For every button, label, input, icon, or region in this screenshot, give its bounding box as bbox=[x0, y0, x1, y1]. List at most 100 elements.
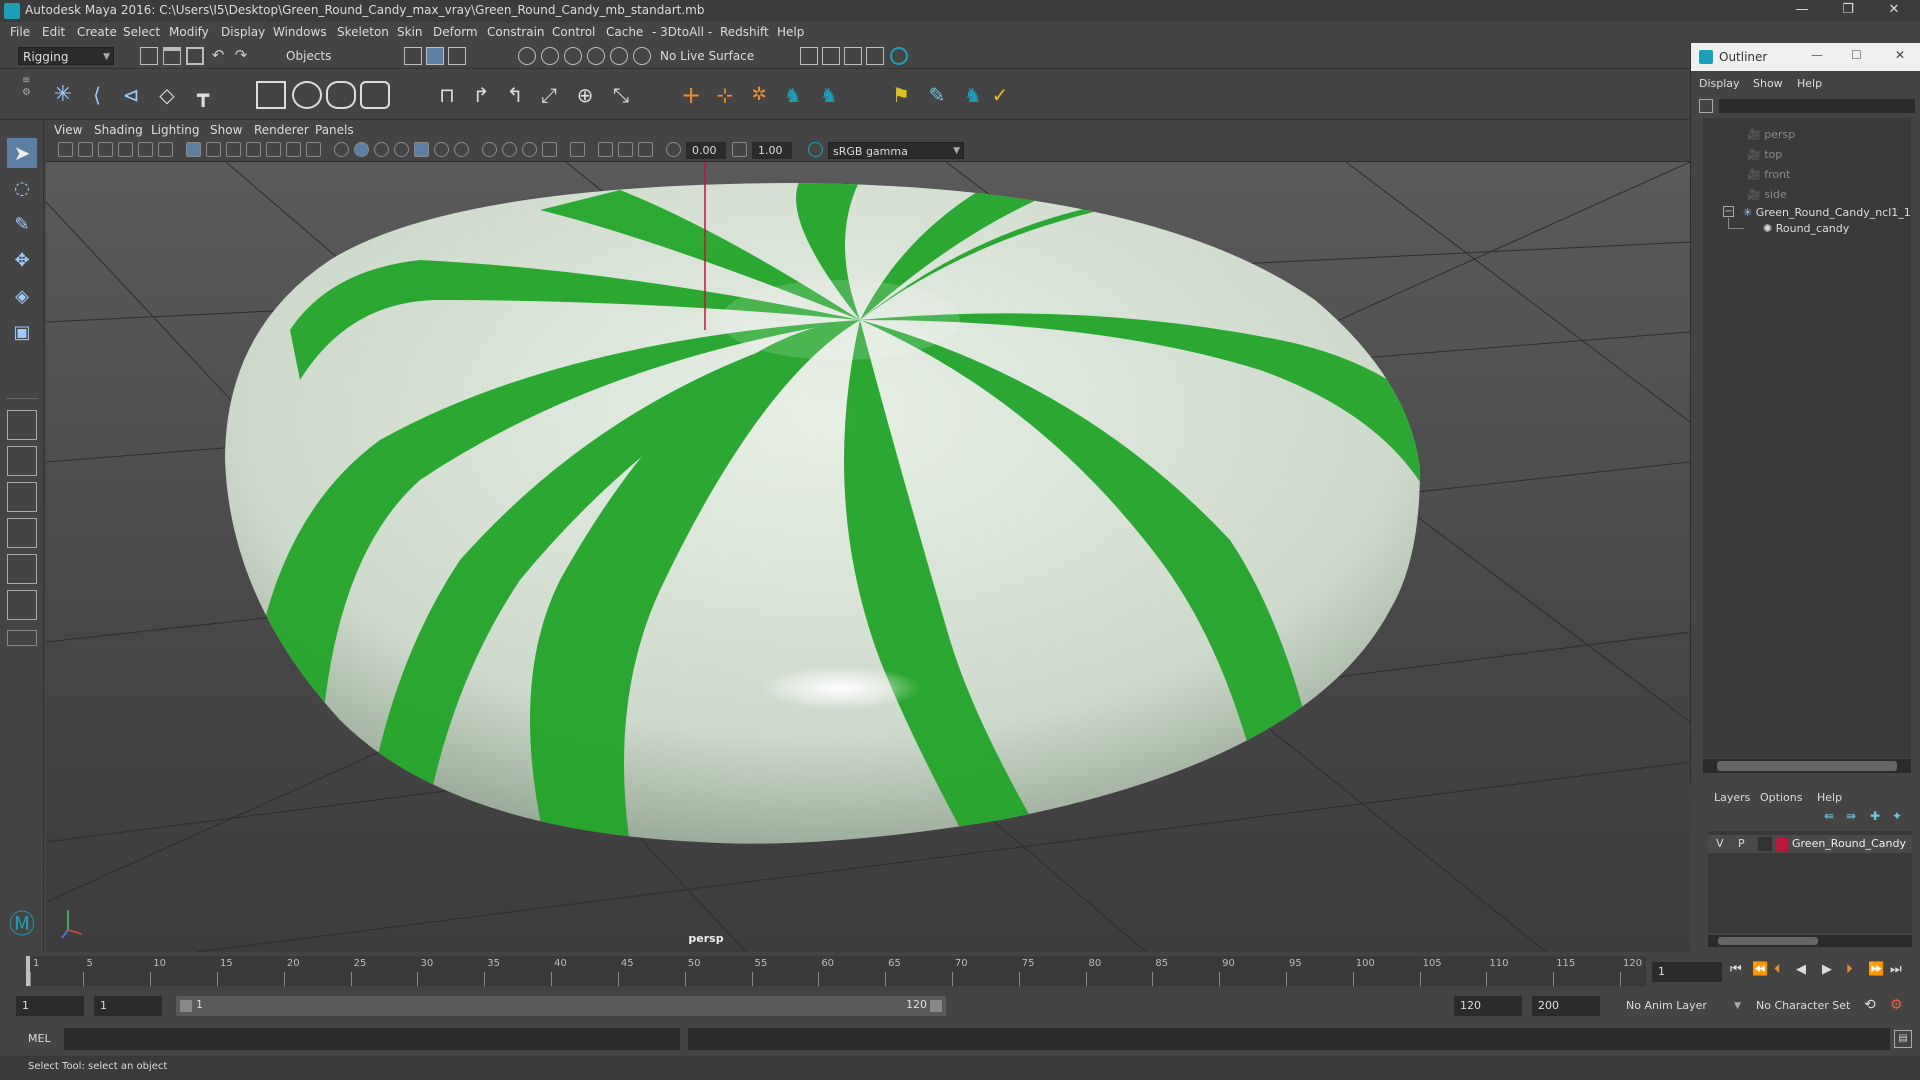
snap-grid-icon[interactable] bbox=[518, 47, 536, 65]
snap-curve-icon[interactable] bbox=[541, 47, 559, 65]
ipr-render-icon[interactable] bbox=[844, 47, 862, 65]
layer-visibility-toggle[interactable]: V bbox=[1716, 837, 1724, 850]
step-forward-icon[interactable]: ⏩ bbox=[1868, 962, 1884, 977]
script-editor-icon[interactable]: ▤ bbox=[1894, 1030, 1912, 1048]
new-layer-icon[interactable]: ✚ bbox=[1870, 809, 1880, 823]
menu-skin[interactable]: Skin bbox=[397, 25, 423, 39]
step-back-key-icon[interactable]: ⏴ bbox=[1774, 962, 1781, 977]
single-perspective-layout-icon[interactable] bbox=[7, 410, 37, 440]
safe-title-icon[interactable] bbox=[306, 142, 321, 157]
xray-icon[interactable] bbox=[598, 142, 613, 157]
quick-rig-icon[interactable]: ⚑ bbox=[886, 81, 916, 109]
pole-vector-icon[interactable]: ⤡ bbox=[606, 81, 636, 109]
persp-ui-layout-icon[interactable] bbox=[7, 590, 37, 620]
move-layer-down-icon[interactable]: ⇛ bbox=[1846, 809, 1856, 823]
menu-edit[interactable]: Edit bbox=[42, 25, 65, 39]
outliner-node-front[interactable]: 🎥 front bbox=[1747, 168, 1790, 181]
smooth-skin-icon[interactable] bbox=[292, 81, 322, 109]
select-component-icon[interactable] bbox=[448, 47, 466, 65]
play-forwards-icon[interactable]: ▶ bbox=[1822, 962, 1832, 977]
paint-skin-icon[interactable]: ✎ bbox=[922, 81, 952, 109]
panel-menu-view[interactable]: View bbox=[54, 123, 82, 137]
field-chart-icon[interactable] bbox=[266, 142, 281, 157]
2d-pan-zoom-icon[interactable] bbox=[138, 142, 153, 157]
range-start-handle[interactable] bbox=[180, 1000, 192, 1012]
layer-reference-toggle[interactable] bbox=[1758, 837, 1772, 851]
go-to-end-icon[interactable]: ⏭ bbox=[1890, 962, 1902, 977]
play-backwards-icon[interactable]: ◀ bbox=[1796, 962, 1806, 977]
outliner-maximize-button[interactable]: ☐ bbox=[1851, 48, 1862, 62]
go-to-start-icon[interactable]: ⏮ bbox=[1730, 962, 1742, 977]
outliner-node-side[interactable]: 🎥 side bbox=[1747, 188, 1787, 201]
menu-cache[interactable]: Cache bbox=[606, 25, 643, 39]
custom-layout-icon[interactable] bbox=[7, 630, 37, 646]
time-slider[interactable]: 1 5 10 15 20 25 30 35 40 45 50 55 60 65 70 75 80 85 90 95 10… bbox=[0, 952, 1920, 992]
outliner-menu-help[interactable]: Help bbox=[1797, 77, 1822, 90]
perspective-viewport[interactable]: persp bbox=[46, 162, 1690, 952]
outliner-node-group[interactable]: ✳ Green_Round_Candy_ncl1_1 bbox=[1743, 206, 1911, 219]
render-settings-icon[interactable] bbox=[866, 47, 884, 65]
menu-file[interactable]: File bbox=[10, 25, 30, 39]
outliner-menu-show[interactable]: Show bbox=[1753, 77, 1783, 90]
step-back-icon[interactable]: ⏪ bbox=[1752, 962, 1768, 977]
undo-icon[interactable]: ↶ bbox=[209, 47, 227, 65]
four-view-layout-icon[interactable] bbox=[7, 446, 37, 476]
parent-constraint-icon[interactable]: ⊕ bbox=[570, 81, 600, 109]
lasso-tool-icon[interactable]: ◌ bbox=[7, 174, 37, 204]
anti-aliasing-icon[interactable] bbox=[522, 142, 537, 157]
scale-tool-icon[interactable]: ▣ bbox=[7, 318, 37, 348]
outliner-search-input[interactable] bbox=[1719, 99, 1915, 113]
create-joint-icon[interactable]: ✳ bbox=[48, 81, 78, 109]
select-mode-dropdown[interactable]: Objects bbox=[282, 47, 382, 65]
xray-active-icon[interactable] bbox=[618, 142, 633, 157]
scrollbar-thumb[interactable] bbox=[1718, 937, 1818, 945]
view-transform-dropdown[interactable]: sRGB gamma ▼ bbox=[828, 142, 964, 159]
exposure-field[interactable]: 0.00 bbox=[686, 142, 726, 159]
animation-prefs-icon[interactable]: ⚙ bbox=[1890, 997, 1903, 1013]
insert-joint-icon[interactable]: ⟨ bbox=[82, 81, 112, 109]
layers-menu-layers[interactable]: Layers bbox=[1714, 791, 1750, 804]
restore-button[interactable]: ❐ bbox=[1826, 0, 1870, 22]
snap-point-icon[interactable] bbox=[564, 47, 582, 65]
screen-space-ao-icon[interactable] bbox=[482, 142, 497, 157]
hik-custom-icon[interactable]: ♞ bbox=[958, 81, 988, 109]
persp-hypershade-layout-icon[interactable] bbox=[7, 554, 37, 584]
select-tool-icon[interactable]: ➤ bbox=[7, 138, 37, 168]
outliner-filter-icon[interactable] bbox=[1699, 99, 1713, 113]
select-hierarchy-icon[interactable] bbox=[404, 47, 422, 65]
panel-menu-panels[interactable]: Panels bbox=[315, 123, 354, 137]
animation-end-field[interactable]: 200 bbox=[1532, 996, 1600, 1016]
auto-key-icon[interactable]: ⟲ bbox=[1864, 997, 1876, 1013]
range-end-handle[interactable] bbox=[930, 1000, 942, 1012]
menu-redshift[interactable]: Redshift bbox=[720, 25, 769, 39]
soft-mod-icon[interactable]: ✲ bbox=[744, 81, 774, 109]
outliner-node-top[interactable]: 🎥 top bbox=[1747, 148, 1782, 161]
paint-select-tool-icon[interactable]: ✎ bbox=[7, 210, 37, 240]
hypershade-icon[interactable] bbox=[890, 47, 908, 65]
panel-menu-show[interactable]: Show bbox=[210, 123, 242, 137]
layers-horizontal-scrollbar[interactable] bbox=[1708, 935, 1912, 947]
orient-constraint-icon[interactable]: ↰ bbox=[500, 81, 530, 109]
orient-joint-icon[interactable]: ◇ bbox=[152, 81, 182, 109]
hik-character-icon[interactable]: ♞ bbox=[778, 81, 808, 109]
anim-layer-dropdown[interactable]: No Anim Layer ▼ bbox=[1622, 997, 1744, 1015]
menu-deform[interactable]: Deform bbox=[433, 25, 478, 39]
playback-start-field[interactable]: 1 bbox=[94, 996, 162, 1016]
close-button[interactable]: ✕ bbox=[1872, 0, 1916, 22]
outliner-node-persp[interactable]: 🎥 persp bbox=[1747, 128, 1795, 141]
point-constraint-icon[interactable]: ⊓ bbox=[432, 81, 462, 109]
current-frame-field[interactable]: 1 bbox=[1652, 962, 1722, 982]
menu-constrain[interactable]: Constrain bbox=[487, 25, 545, 39]
smooth-shade-icon[interactable] bbox=[354, 142, 369, 157]
gamma-icon[interactable] bbox=[732, 142, 747, 157]
select-camera-icon[interactable] bbox=[58, 142, 73, 157]
menu-skeleton[interactable]: Skeleton bbox=[337, 25, 389, 39]
default-material-icon[interactable] bbox=[394, 142, 409, 157]
exposure-icon[interactable] bbox=[666, 142, 681, 157]
select-object-icon[interactable] bbox=[426, 47, 444, 65]
persp-outliner-layout-icon[interactable] bbox=[7, 482, 37, 512]
outliner-menu-display[interactable]: Display bbox=[1699, 77, 1740, 90]
range-slider[interactable]: 1 120 bbox=[176, 996, 946, 1016]
step-forward-key-icon[interactable]: ⏵ bbox=[1846, 962, 1853, 977]
depth-of-field-icon[interactable] bbox=[542, 142, 557, 157]
